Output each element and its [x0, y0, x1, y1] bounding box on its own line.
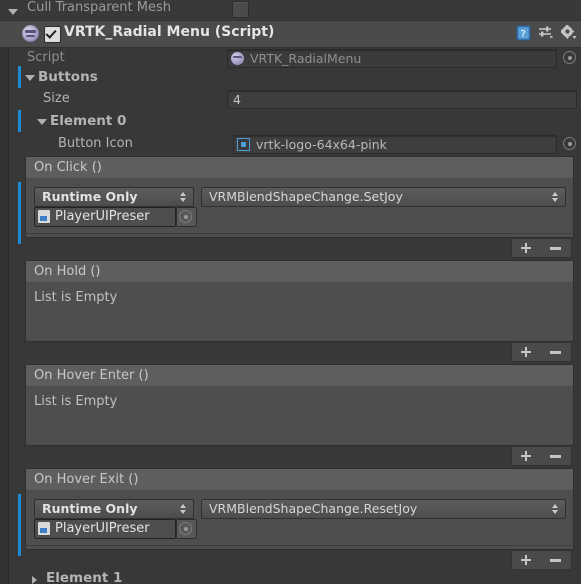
- event-addremove-toolbar-on-click: [511, 238, 572, 258]
- element-0-row[interactable]: Element 0: [0, 110, 581, 132]
- event-title-on-hover-enter: On Hover Enter (): [34, 368, 149, 383]
- element-1-foldout-arrow-icon[interactable]: [32, 576, 37, 584]
- event-remove-button-on-hover-exit[interactable]: [541, 551, 569, 569]
- chevron-updown-icon: [552, 192, 559, 202]
- event-target-value: PlayerUIPreser: [55, 209, 150, 224]
- element-1-label: Element 1: [46, 570, 123, 584]
- event-mode-dropdown-on-click[interactable]: Runtime Only: [34, 187, 194, 207]
- event-divider: [26, 545, 573, 546]
- event-title-bar: On Hold (): [26, 261, 573, 283]
- event-mode-value: Runtime Only: [42, 189, 138, 204]
- override-bar-onhoverexit: [18, 494, 21, 556]
- array-size-label: Size: [43, 91, 70, 106]
- button-icon-picker-button[interactable]: [563, 137, 576, 150]
- event-title-bar: On Click (): [26, 157, 573, 179]
- button-icon-object-field[interactable]: vrtk-logo-64x64-pink: [233, 135, 557, 154]
- event-function-value: VRMBlendShapeChange.SetJoy: [209, 189, 403, 204]
- preset-icon[interactable]: [538, 25, 554, 41]
- button-icon-row: Button Icon vrtk-logo-64x64-pink: [0, 133, 581, 155]
- help-icon[interactable]: ?: [516, 25, 532, 41]
- component-title: VRTK_Radial Menu (Script): [64, 24, 275, 40]
- event-target-object-field-on-click[interactable]: PlayerUIPreser: [34, 207, 176, 227]
- event-remove-button-on-click[interactable]: [541, 239, 569, 257]
- event-addremove-toolbar-on-hover-exit: [511, 550, 572, 570]
- event-add-button-on-hover-enter[interactable]: [512, 447, 540, 465]
- buttons-foldout-arrow-icon[interactable]: [25, 75, 35, 81]
- event-block-on-click: On Click () Runtime Only VRMBlendShapeCh…: [25, 156, 574, 238]
- gear-icon[interactable]: [560, 24, 577, 41]
- event-block-on-hover-enter: On Hover Enter () List is Empty: [25, 364, 574, 446]
- script-ball-icon-small: [231, 52, 244, 65]
- script-asset-icon: [38, 522, 50, 535]
- button-icon-value: vrtk-logo-64x64-pink: [256, 137, 387, 152]
- event-empty-text-on-hover-enter: List is Empty: [34, 394, 118, 409]
- event-target-picker-button-on-click[interactable]: [176, 207, 197, 227]
- svg-text:?: ?: [521, 29, 526, 40]
- sprite-icon: [237, 138, 250, 151]
- cull-transparent-mesh-label: Cull Transparent Mesh: [27, 0, 171, 15]
- event-title-on-click: On Click (): [34, 160, 102, 175]
- element-1-row[interactable]: Element 1: [0, 570, 581, 584]
- chevron-updown-icon: [180, 192, 187, 202]
- component-foldout-arrow-icon[interactable]: [8, 9, 18, 15]
- array-size-field[interactable]: 4: [227, 90, 577, 109]
- button-icon-label: Button Icon: [58, 136, 133, 151]
- event-mode-dropdown-on-hover-exit[interactable]: Runtime Only: [34, 499, 194, 519]
- event-target-object-field-on-hover-exit[interactable]: PlayerUIPreser: [34, 519, 176, 539]
- event-title-on-hover-exit: On Hover Exit (): [34, 472, 139, 487]
- array-size-row: Size 4: [0, 88, 581, 110]
- script-field-picker-button[interactable]: [563, 51, 576, 64]
- event-block-on-hold: On Hold () List is Empty: [25, 260, 574, 342]
- event-function-value: VRMBlendShapeChange.ResetJoy: [209, 501, 418, 516]
- override-bar-onclick: [18, 182, 21, 244]
- element-0-foldout-arrow-icon[interactable]: [37, 119, 47, 125]
- buttons-array-row[interactable]: Buttons: [0, 66, 581, 88]
- event-title-bar: On Hover Exit (): [26, 469, 573, 491]
- chevron-updown-icon: [180, 504, 187, 514]
- cull-transparent-mesh-row: Cull Transparent Mesh: [0, 0, 581, 20]
- event-title-bar: On Hover Enter (): [26, 365, 573, 387]
- array-size-value: 4: [233, 92, 241, 107]
- event-empty-text-on-hold: List is Empty: [34, 290, 118, 305]
- chevron-updown-icon: [552, 504, 559, 514]
- event-remove-button-on-hold[interactable]: [541, 343, 569, 361]
- script-ball-icon: [22, 25, 39, 42]
- event-add-button-on-hover-exit[interactable]: [512, 551, 540, 569]
- event-block-on-hover-exit: On Hover Exit () Runtime Only VRMBlendSh…: [25, 468, 574, 550]
- script-asset-icon: [38, 210, 50, 223]
- event-add-button-on-click[interactable]: [512, 239, 540, 257]
- script-field-label: Script: [27, 50, 65, 65]
- event-addremove-toolbar-on-hover-enter: [511, 446, 572, 466]
- event-title-on-hold: On Hold (): [34, 264, 101, 279]
- event-target-value: PlayerUIPreser: [55, 521, 150, 536]
- picker-icon: [179, 522, 192, 535]
- event-target-picker-button-on-hover-exit[interactable]: [176, 519, 197, 539]
- event-add-button-on-hold[interactable]: [512, 343, 540, 361]
- cull-transparent-mesh-checkbox[interactable]: [232, 1, 249, 18]
- element-0-label: Element 0: [50, 113, 127, 129]
- event-addremove-toolbar-on-hold: [511, 342, 572, 362]
- buttons-array-label: Buttons: [38, 69, 98, 85]
- picker-icon: [179, 210, 192, 223]
- event-remove-button-on-hover-enter[interactable]: [541, 447, 569, 465]
- event-function-dropdown-on-click[interactable]: VRMBlendShapeChange.SetJoy: [201, 187, 566, 207]
- event-divider: [26, 233, 573, 234]
- script-field-value: VRTK_RadialMenu: [250, 51, 362, 66]
- component-enabled-checkbox[interactable]: [44, 26, 61, 43]
- event-function-dropdown-on-hover-exit[interactable]: VRMBlendShapeChange.ResetJoy: [201, 499, 566, 519]
- event-mode-value: Runtime Only: [42, 501, 138, 516]
